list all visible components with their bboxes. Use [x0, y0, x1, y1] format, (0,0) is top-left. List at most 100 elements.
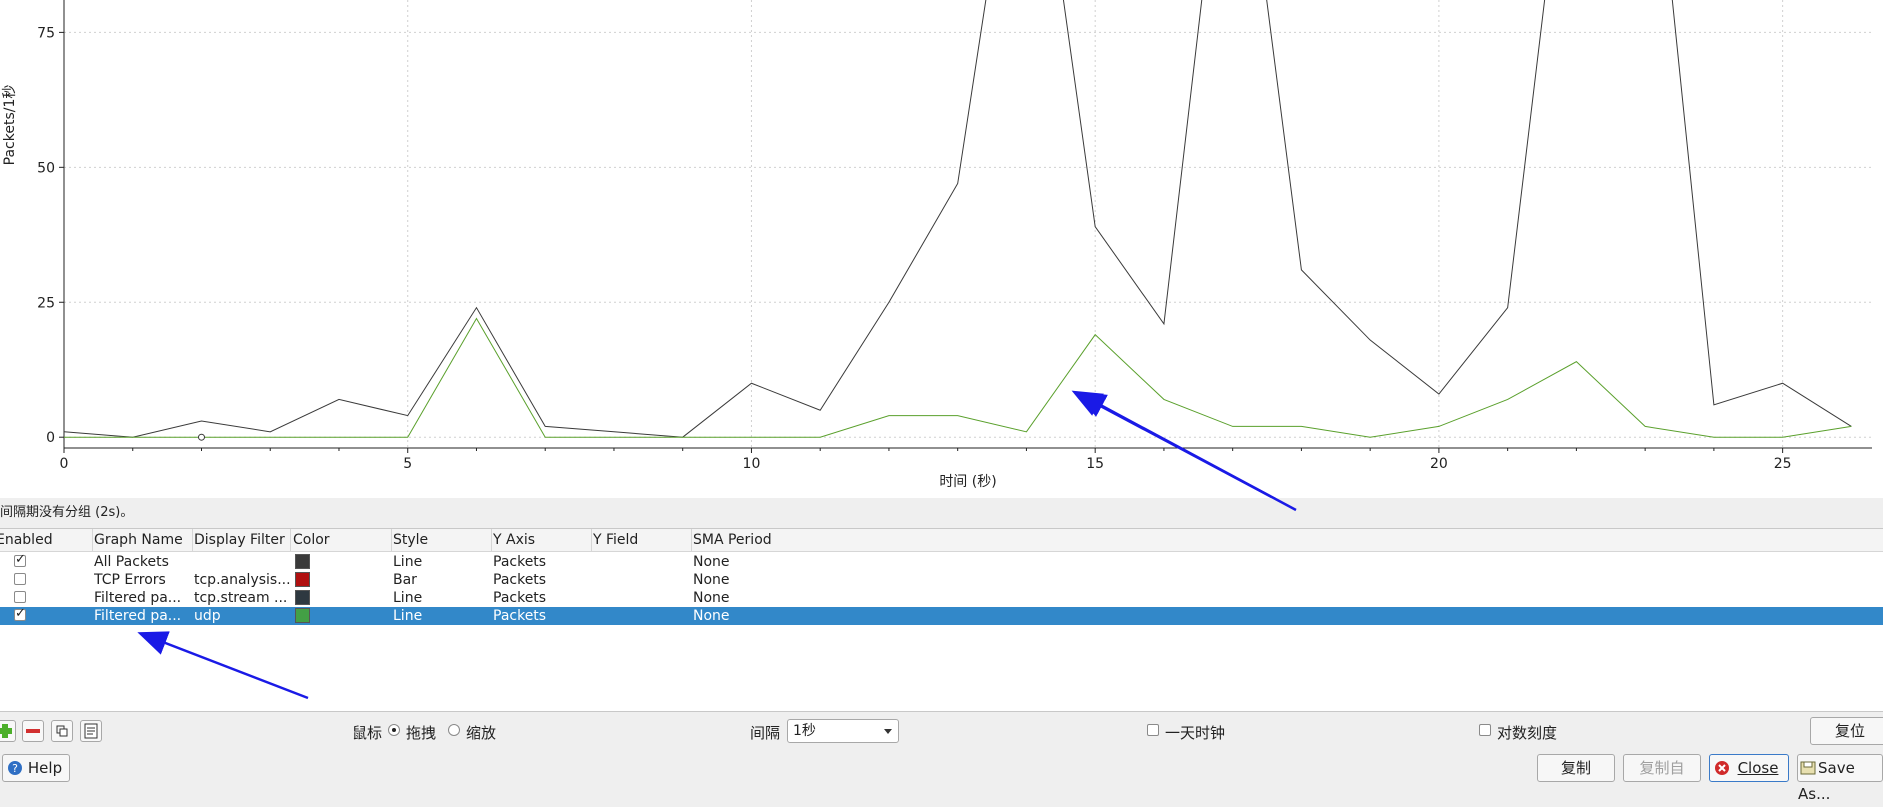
copy-button[interactable]: 复制 — [1537, 754, 1615, 782]
chevron-down-icon — [884, 729, 892, 734]
style-cell[interactable]: Line — [393, 589, 491, 607]
copy-from-button[interactable]: 复制自 — [1623, 754, 1701, 782]
drag-label[interactable]: 拖拽 — [406, 722, 436, 743]
save-icon — [1800, 761, 1816, 775]
x-tick-label: 20 — [1430, 456, 1448, 472]
help-icon: ? — [8, 761, 22, 775]
save-as-button[interactable]: Save As... — [1797, 754, 1883, 803]
x-tick-label: 5 — [403, 456, 412, 472]
y-axis-cell[interactable]: Packets — [493, 553, 591, 571]
help-button[interactable]: ? Help — [2, 754, 70, 782]
zoom-radio[interactable] — [448, 724, 460, 736]
header-sma-period[interactable]: SMA Period — [693, 529, 1883, 551]
x-tick-label: 15 — [1086, 456, 1104, 472]
sma-period-cell[interactable]: None — [693, 589, 1883, 607]
clear-list-icon — [84, 723, 98, 739]
y-axis-label: Packets/1秒 — [2, 85, 18, 166]
color-swatch[interactable] — [295, 572, 310, 587]
display-filter-cell[interactable]: tcp.stream ... — [194, 589, 290, 607]
annotation-arrow — [1071, 390, 1277, 498]
color-swatch[interactable] — [295, 608, 310, 623]
enabled-checkbox[interactable] — [14, 606, 26, 621]
table-row[interactable]: All Packets LinePackets None — [0, 552, 1883, 571]
header-y-axis[interactable]: Y Axis — [493, 529, 592, 551]
style-cell[interactable]: Bar — [393, 571, 491, 589]
data-point-marker — [197, 433, 205, 441]
series-line — [64, 0, 1852, 438]
header-graph-name[interactable]: Graph Name — [94, 529, 193, 551]
io-graph-chart: 0 5 10 15 20 25 0 25 50 75 时间 (秒) Packets/1秒 — [2, 0, 1872, 498]
y-axis-cell[interactable]: Packets — [493, 607, 591, 625]
interval-select[interactable]: 1秒 — [787, 719, 899, 743]
graph-name-cell[interactable]: Filtered pa... — [94, 607, 192, 625]
interval-label: 间隔 — [750, 724, 781, 742]
reset-button-label: 复位 — [1834, 722, 1865, 740]
y-axis-cell[interactable]: Packets — [493, 589, 591, 607]
table-header: Enabled Graph Name Display Filter Color … — [0, 529, 1883, 552]
y-tick-label: 0 — [46, 430, 55, 446]
time-of-day-label[interactable]: 一天时钟 — [1165, 722, 1225, 743]
time-of-day-checkbox[interactable] — [1147, 724, 1159, 736]
y-axis-cell[interactable]: Packets — [493, 571, 591, 589]
mouse-label: 鼠标 — [352, 724, 383, 742]
clear-graphs-button[interactable] — [80, 720, 102, 742]
enabled-checkbox[interactable] — [14, 552, 26, 567]
y-field-cell[interactable] — [593, 589, 691, 607]
header-enabled[interactable]: Enabled — [0, 529, 93, 551]
style-cell[interactable]: Line — [393, 607, 491, 625]
display-filter-cell[interactable]: tcp.analysis... — [194, 571, 290, 589]
copy-graph-button[interactable] — [51, 720, 73, 742]
graph-name-cell[interactable]: Filtered pa... — [94, 589, 192, 607]
header-y-field[interactable]: Y Field — [593, 529, 692, 551]
display-filter-cell[interactable] — [194, 553, 290, 571]
color-swatch[interactable] — [295, 590, 310, 605]
reset-button[interactable]: 复位 — [1810, 717, 1883, 745]
minus-icon — [26, 729, 40, 733]
y-field-cell[interactable] — [593, 553, 691, 571]
log-scale-label[interactable]: 对数刻度 — [1497, 722, 1557, 743]
graph-name-cell[interactable]: TCP Errors — [94, 571, 192, 589]
interval-value: 1秒 — [793, 723, 816, 739]
graph-toolbar: 鼠标 拖拽 缩放 间隔 1秒 一天时钟 对数刻度 复位 — [0, 716, 1883, 750]
x-axis-label: 时间 (秒) — [939, 474, 996, 490]
close-button[interactable]: Close — [1709, 754, 1789, 782]
x-tick-label: 0 — [60, 456, 69, 472]
header-style[interactable]: Style — [393, 529, 492, 551]
sma-period-cell[interactable]: None — [693, 607, 1883, 625]
table-row[interactable]: TCP Errors tcp.analysis... Bar Packets None — [0, 571, 1883, 589]
zoom-label[interactable]: 缩放 — [466, 722, 496, 743]
header-display-filter[interactable]: Display Filter — [194, 529, 291, 551]
copy-from-label: 复制自 — [1639, 759, 1685, 777]
enabled-checkbox[interactable] — [14, 591, 26, 603]
table-row[interactable]: Filtered pa... tcp.stream ... Line Packets N… — [0, 589, 1883, 607]
y-field-cell[interactable] — [593, 607, 691, 625]
plus-icon — [0, 724, 12, 738]
header-color[interactable]: Color — [293, 529, 392, 551]
duplicate-icon — [56, 725, 68, 737]
series-line — [64, 317, 1852, 438]
copy-label: 复制 — [1560, 759, 1591, 777]
y-tick-label: 50 — [37, 160, 55, 176]
sma-period-cell[interactable]: None — [693, 571, 1883, 589]
y-field-cell[interactable] — [593, 571, 691, 589]
color-swatch[interactable] — [295, 554, 310, 569]
graph-plot-area[interactable]: 0 5 10 15 20 25 0 25 50 75 时间 (秒) Packets/1秒 — [0, 0, 1883, 498]
drag-radio[interactable] — [388, 724, 400, 736]
graph-table[interactable]: Enabled Graph Name Display Filter Color … — [0, 528, 1883, 712]
y-tick-label: 75 — [37, 25, 55, 41]
close-icon — [1715, 761, 1729, 775]
enabled-checkbox[interactable] — [14, 573, 26, 585]
graph-name-cell[interactable]: All Packets — [94, 553, 192, 571]
y-tick-label: 25 — [37, 295, 55, 311]
status-text: 间隔期没有分组 (2s)。 — [0, 505, 134, 520]
table-row[interactable]: Filtered pa...udp LinePackets None — [0, 606, 1883, 625]
svg-text:?: ? — [12, 762, 18, 775]
sma-period-cell[interactable]: None — [693, 553, 1883, 571]
add-graph-button[interactable] — [0, 720, 16, 742]
remove-graph-button[interactable] — [22, 720, 44, 742]
dialog-button-bar: ? Help 复制 复制自 Close Save As... — [0, 752, 1883, 803]
display-filter-cell[interactable]: udp — [194, 607, 290, 625]
log-scale-checkbox[interactable] — [1479, 724, 1491, 736]
style-cell[interactable]: Line — [393, 553, 491, 571]
x-tick-label: 10 — [743, 456, 761, 472]
